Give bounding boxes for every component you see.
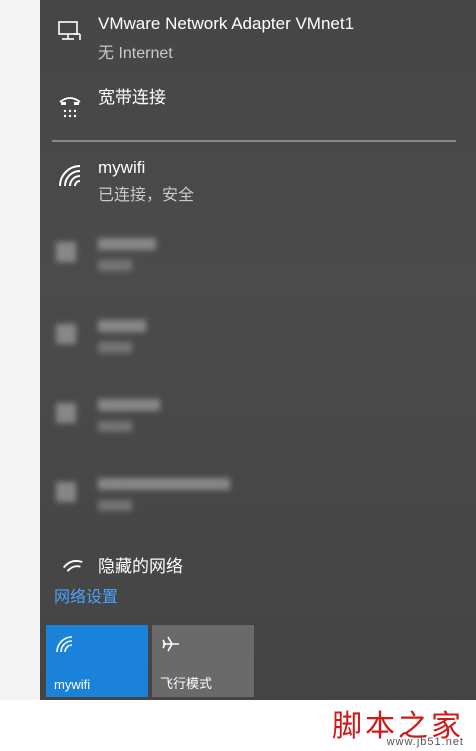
wifi-icon [59, 165, 81, 187]
wifi-icon [56, 482, 76, 502]
watermark-url: www.jb51.net [386, 736, 464, 748]
dialup-icon [59, 97, 81, 118]
network-settings-link[interactable]: 网络设置 [54, 583, 118, 607]
tile-label: 飞行模式 [160, 676, 213, 691]
blurred-status [98, 260, 132, 271]
network-item-mywifi[interactable]: mywifi 已连接，安全 [40, 150, 476, 208]
blurred-status [98, 500, 132, 511]
network-name: 宽带连接 [98, 88, 166, 107]
wifi-icon [56, 324, 76, 344]
wifi-icon [62, 560, 83, 572]
network-item-broadband[interactable]: 宽带连接 [40, 78, 476, 122]
wifi-icon [56, 242, 76, 262]
separator [52, 140, 456, 142]
network-name: 隐藏的网络 [98, 557, 183, 576]
network-status: 已连接，安全 [98, 187, 195, 204]
network-item-blurred[interactable] [40, 232, 476, 282]
network-item-blurred[interactable] [40, 393, 476, 443]
wifi-icon [56, 403, 76, 423]
blurred-name [98, 399, 160, 411]
airplane-icon [162, 636, 179, 652]
desktop-background-strip [0, 0, 40, 700]
tile-label: mywifi [54, 677, 91, 692]
network-item-blurred[interactable] [40, 472, 476, 522]
blurred-status [98, 421, 132, 432]
blurred-status [98, 342, 132, 353]
network-status: 无 Internet [98, 45, 173, 62]
network-name: VMware Network Adapter VMnet1 [98, 14, 355, 33]
network-flyout: VMware Network Adapter VMnet1 无 Internet… [40, 0, 476, 700]
watermark: 脚本之家 www.jb51.net [332, 701, 464, 748]
network-item-hidden[interactable]: 隐藏的网络 [40, 545, 476, 579]
blurred-name [98, 238, 156, 250]
airplane-mode-tile[interactable]: 飞行模式 [152, 625, 254, 697]
network-item-vmware[interactable]: VMware Network Adapter VMnet1 无 Internet [40, 8, 476, 66]
ethernet-icon [58, 21, 81, 40]
blurred-name [98, 320, 146, 332]
blurred-name [98, 478, 230, 490]
wifi-icon [56, 636, 73, 653]
network-name: mywifi [98, 158, 146, 177]
network-item-blurred[interactable] [40, 314, 476, 364]
wifi-toggle-tile[interactable]: mywifi [46, 625, 148, 697]
